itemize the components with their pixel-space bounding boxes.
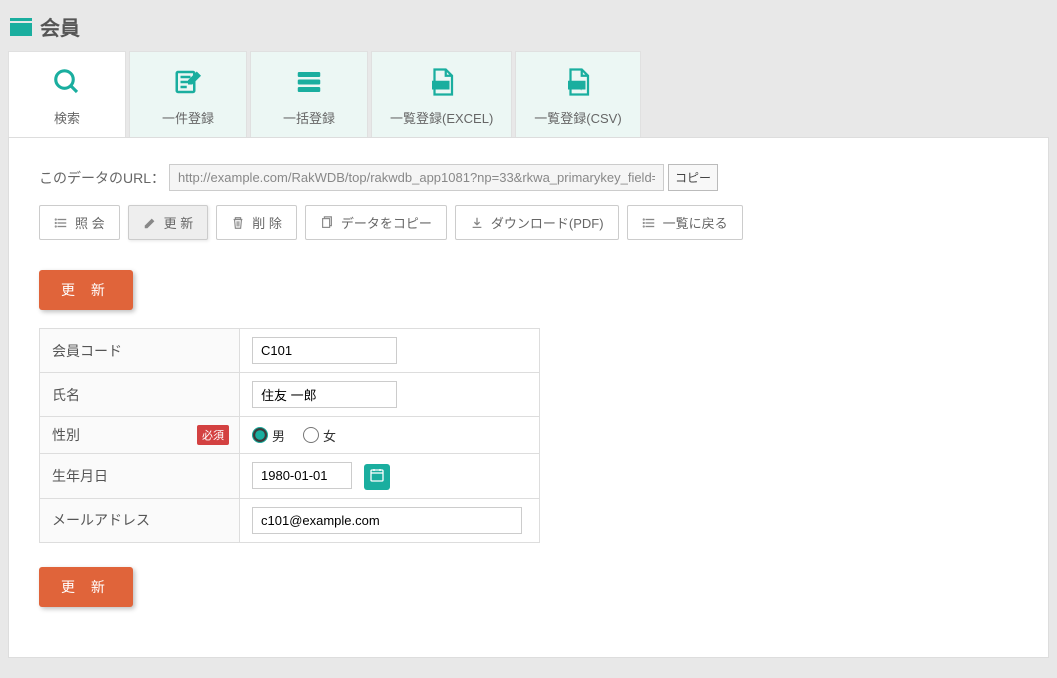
member-code-input[interactable] [252, 337, 397, 364]
tab-label: 一覧登録(EXCEL) [390, 108, 493, 127]
tab-bulk-register[interactable]: 一括登録 [250, 51, 368, 137]
label-birthdate: 生年月日 [40, 454, 240, 499]
url-field[interactable] [169, 164, 664, 191]
tab-label: 検索 [54, 108, 80, 127]
submit-button-bottom[interactable]: 更 新 [39, 567, 133, 607]
gender-radio-group: 男 女 [252, 426, 527, 445]
copy-icon [320, 216, 334, 230]
back-to-list-button[interactable]: 一覧に戻る [627, 205, 743, 240]
button-label: ダウンロード(PDF) [491, 213, 604, 232]
gender-male-option[interactable]: 男 [252, 426, 285, 445]
copy-button[interactable]: コピー [668, 164, 718, 191]
birthdate-input[interactable] [252, 462, 352, 489]
list-icon [642, 216, 656, 230]
toolbar: 照 会 更 新 削 除 データをコピー ダウンロード(PDF) [39, 205, 1018, 240]
gender-male-radio[interactable] [252, 427, 268, 443]
search-icon [51, 66, 83, 98]
tab-bar: 検索 一件登録 一括登録 XLS 一覧登録(EXCEL) CSV 一覧登録(CS… [8, 51, 1049, 137]
required-badge: 必須 [197, 425, 229, 445]
page-header: 会員 [8, 8, 1049, 51]
stack-icon [293, 66, 325, 98]
download-button[interactable]: ダウンロード(PDF) [455, 205, 619, 240]
url-row: このデータのURL： コピー [39, 164, 1018, 191]
gender-female-radio[interactable] [303, 427, 319, 443]
button-label: 照 会 [75, 213, 105, 232]
svg-text:CSV: CSV [570, 83, 584, 90]
pencil-icon [143, 216, 157, 230]
name-input[interactable] [252, 381, 397, 408]
window-icon [10, 18, 32, 36]
submit-button-top[interactable]: 更 新 [39, 270, 133, 310]
label-gender: 性別 必須 [40, 417, 240, 454]
copy-data-button[interactable]: データをコピー [305, 205, 447, 240]
calendar-icon [369, 467, 385, 486]
tab-search[interactable]: 検索 [8, 51, 126, 137]
main-panel: このデータのURL： コピー 照 会 更 新 削 除 データをコピ [8, 137, 1049, 658]
xls-file-icon: XLS [426, 66, 458, 98]
update-button[interactable]: 更 新 [128, 205, 209, 240]
label-name: 氏名 [40, 373, 240, 417]
list-icon [54, 216, 68, 230]
view-button[interactable]: 照 会 [39, 205, 120, 240]
tab-label: 一括登録 [283, 108, 335, 127]
tab-label: 一件登録 [162, 108, 214, 127]
form-table: 会員コード 氏名 性別 必須 男 [39, 328, 540, 543]
button-label: 一覧に戻る [663, 213, 728, 232]
button-label: 更 新 [164, 213, 194, 232]
tab-label: 一覧登録(CSV) [534, 108, 621, 127]
download-icon [470, 216, 484, 230]
trash-icon [231, 216, 245, 230]
tab-single-register[interactable]: 一件登録 [129, 51, 247, 137]
csv-file-icon: CSV [562, 66, 594, 98]
calendar-button[interactable] [364, 464, 390, 490]
tab-excel-register[interactable]: XLS 一覧登録(EXCEL) [371, 51, 512, 137]
delete-button[interactable]: 削 除 [216, 205, 297, 240]
edit-icon [172, 66, 204, 98]
email-input[interactable] [252, 507, 522, 534]
gender-female-option[interactable]: 女 [303, 426, 336, 445]
url-label: このデータのURL： [39, 168, 165, 188]
tab-csv-register[interactable]: CSV 一覧登録(CSV) [515, 51, 640, 137]
label-member-code: 会員コード [40, 329, 240, 373]
button-label: データをコピー [341, 213, 432, 232]
label-email: メールアドレス [40, 498, 240, 542]
page-title: 会員 [40, 12, 80, 41]
button-label: 削 除 [252, 213, 282, 232]
svg-text:XLS: XLS [434, 83, 446, 90]
